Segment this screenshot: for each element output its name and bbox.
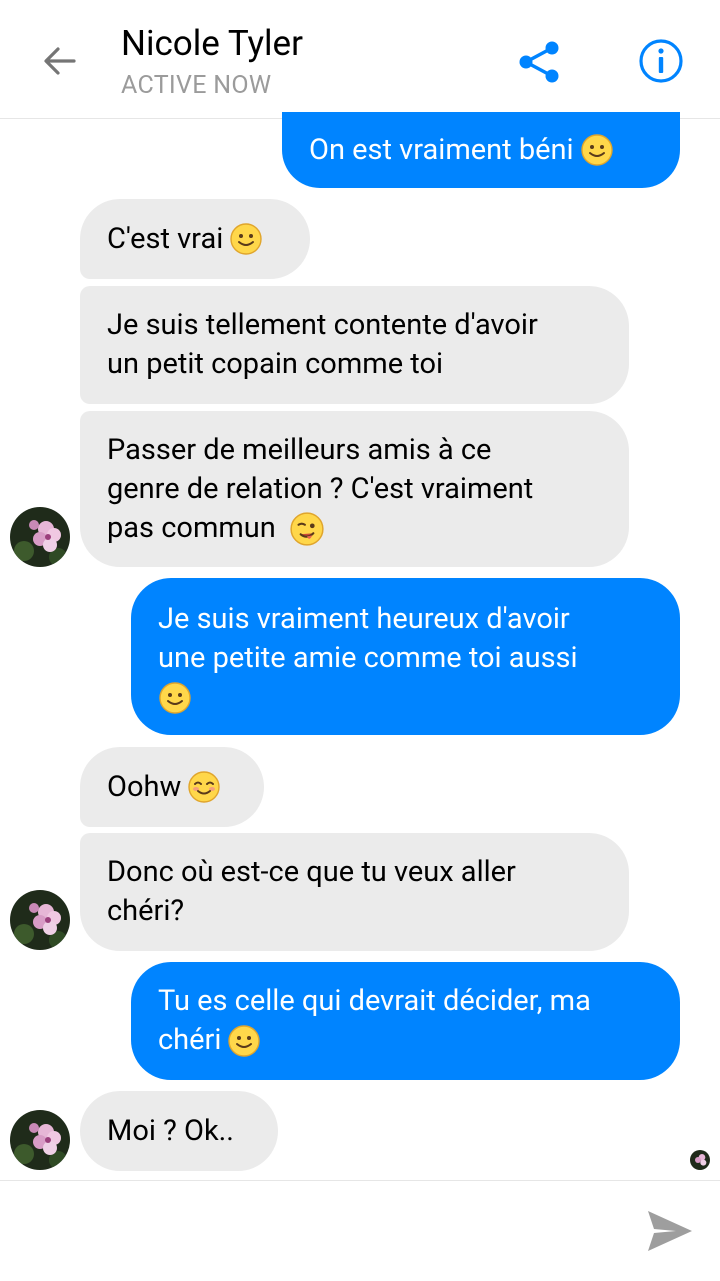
message-line: Je suis vraiment heureux d'avoir [158,602,570,636]
message-line: Je suis tellement contente d'avoir [107,308,538,342]
message-text: Oohw [107,769,182,804]
active-status: ACTIVE NOW [121,71,272,100]
flower-avatar-icon [10,1110,70,1170]
wink-emoji-icon [290,512,324,546]
message-line: une petite amie comme toi aussi [158,641,578,675]
message-line: un petit copain comme toi [107,347,444,381]
message-line: Tu es celle qui devrait décider, ma [158,984,591,1018]
incoming-message[interactable]: Oohw [80,747,264,827]
blush-emoji-icon [188,771,220,803]
message-line-with-emoji [158,678,653,717]
message-input[interactable] [20,1191,624,1273]
message-line: Passer de meilleurs amis à ce [107,433,492,467]
message-line: chéri [158,1023,222,1057]
read-receipt-avatar [690,1150,710,1170]
message-line: pas commun [107,511,276,545]
arrow-left-icon [44,47,76,75]
message-line: Donc où est-ce que tu veux aller [107,855,516,889]
smile-emoji-icon [230,223,262,255]
outgoing-message[interactable]: Tu es celle qui devrait décider, ma chér… [131,962,680,1080]
message-text: Moi ? Ok.. [107,1113,234,1148]
incoming-message[interactable]: C'est vrai [80,199,310,279]
conversation-header: Nicole Tyler ACTIVE NOW [0,0,720,119]
contact-avatar[interactable] [10,507,70,567]
flower-avatar-icon [690,1150,710,1170]
message-line: genre de relation ? C'est vraiment [107,472,534,506]
message-text: C'est vrai [107,221,224,256]
send-button[interactable] [640,1203,700,1259]
incoming-message[interactable]: Passer de meilleurs amis à ce genre de r… [80,411,629,567]
message-text: On est vraiment béni [309,132,574,167]
outgoing-message[interactable]: On est vraiment béni [282,112,680,188]
message-line-with-emoji: chéri [158,1021,653,1060]
incoming-message[interactable]: Moi ? Ok.. [80,1091,278,1171]
smile-emoji-icon [580,134,613,166]
contact-avatar[interactable] [10,1110,70,1170]
back-button[interactable] [30,38,90,84]
outgoing-message[interactable]: Je suis vraiment heureux d'avoir une pet… [131,578,680,735]
info-icon [639,39,683,83]
info-button[interactable] [634,34,688,88]
smile-emoji-icon [159,681,191,714]
share-button[interactable] [511,34,567,90]
send-icon [648,1211,692,1251]
message-composer [0,1180,720,1281]
incoming-message[interactable]: Donc où est-ce que tu veux aller chéri? [80,833,629,951]
flower-avatar-icon [10,890,70,950]
share-icon [519,41,559,83]
smile-emoji-icon [228,1024,261,1057]
message-line: chéri? [107,894,185,928]
contact-name[interactable]: Nicole Tyler [121,22,303,66]
contact-avatar[interactable] [10,890,70,950]
incoming-message[interactable]: Je suis tellement contente d'avoir un pe… [80,286,629,404]
message-line-with-emoji: pas commun [107,509,602,548]
flower-avatar-icon [10,507,70,567]
